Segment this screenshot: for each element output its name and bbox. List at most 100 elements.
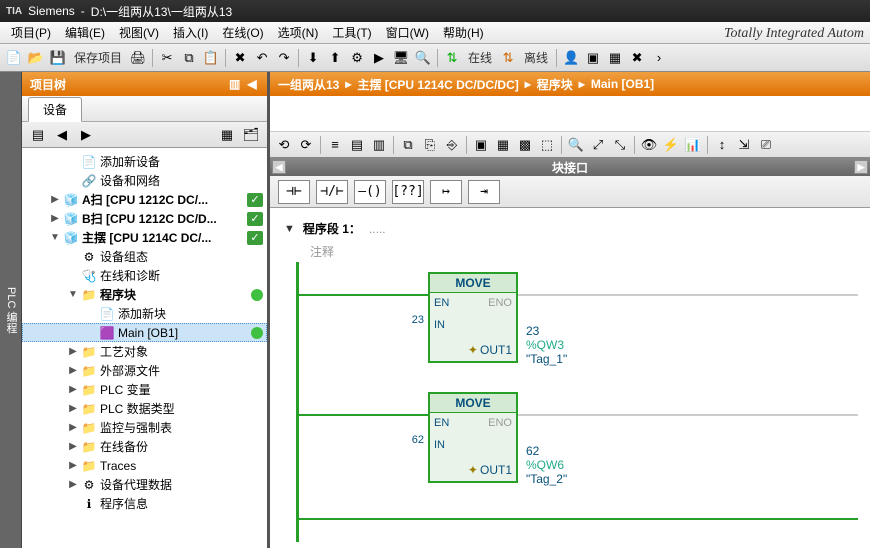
tree-item[interactable]: 🟪Main [OB1] — [22, 323, 267, 342]
tree-twisty-icon[interactable]: ▶ — [68, 479, 78, 490]
et-icon-5[interactable]: ▥ — [369, 135, 389, 155]
hw-icon[interactable]: 🖥 — [391, 48, 411, 68]
open-project-icon[interactable]: 📂 — [26, 48, 46, 68]
menu-online[interactable]: 在线(O) — [215, 24, 270, 41]
iface-scroll-left-icon[interactable]: ◀ — [272, 160, 286, 174]
cut-icon[interactable]: ✂ — [157, 48, 177, 68]
et-icon-14[interactable]: ⤢ — [588, 135, 608, 155]
tree-back-icon[interactable]: ◀ — [52, 125, 72, 145]
et-icon-11[interactable]: ▩ — [515, 135, 535, 155]
panel-collapse-icon[interactable]: ▥ — [228, 77, 242, 91]
et-icon-13[interactable]: 🔍 — [566, 135, 586, 155]
block-interface-header[interactable]: ◀ 块接口 ▶ — [270, 158, 870, 176]
simulate-icon[interactable]: ▶ — [369, 48, 389, 68]
tree-item[interactable]: ▶📁监控与强制表 — [22, 418, 267, 437]
et-icon-4[interactable]: ▤ — [347, 135, 367, 155]
tree-item[interactable]: ▶📁在线备份 — [22, 437, 267, 456]
move-box-1[interactable]: MOVE EN ENO IN ✦OUT1 — [428, 272, 518, 363]
new-project-icon[interactable]: 📄 — [4, 48, 24, 68]
accessible-icon[interactable]: 👤 — [561, 48, 581, 68]
tb-misc1-icon[interactable]: ▣ — [583, 48, 603, 68]
et-icon-18[interactable]: 📊 — [683, 135, 703, 155]
tree-item[interactable]: ▶📁PLC 变量 — [22, 380, 267, 399]
et-icon-12[interactable]: ⬚ — [537, 135, 557, 155]
copy-icon[interactable]: ⧉ — [179, 48, 199, 68]
menu-options[interactable]: 选项(N) — [271, 24, 326, 41]
vertical-tab-plc[interactable]: PLC 编程 — [0, 72, 22, 548]
et-icon-17[interactable]: ⚡ — [661, 135, 681, 155]
network-header[interactable]: ▼ 程序段 1： ..... — [270, 216, 870, 241]
panel-pin-icon[interactable]: ◀ — [245, 77, 259, 91]
tree-item[interactable]: ▶⚙设备代理数据 — [22, 475, 267, 494]
tree-item[interactable]: ℹ程序信息 — [22, 494, 267, 513]
tree-item[interactable]: 📄添加新设备 — [22, 152, 267, 171]
scroll-right-icon[interactable]: › — [649, 48, 669, 68]
tree-tool1-icon[interactable]: ▤ — [28, 125, 48, 145]
tree-item[interactable]: ▼📁程序块 — [22, 285, 267, 304]
tree-item[interactable]: ▶📁PLC 数据类型 — [22, 399, 267, 418]
et-icon-1[interactable]: ⟲ — [274, 135, 294, 155]
menu-tools[interactable]: 工具(T) — [325, 24, 378, 41]
tree-twisty-icon[interactable]: ▶ — [68, 460, 78, 471]
tree-twisty-icon[interactable]: ▶ — [68, 441, 78, 452]
go-online-icon[interactable]: ⇅ — [442, 48, 462, 68]
tree-item[interactable]: ▶📁Traces — [22, 456, 267, 475]
lad-nc-contact[interactable]: ⊣/⊢ — [316, 180, 348, 204]
tree-twisty-icon[interactable]: ▶ — [68, 384, 78, 395]
compile-icon[interactable]: ⚙ — [347, 48, 367, 68]
tree-item[interactable]: ▶🧊A扫 [CPU 1212C DC/...✓ — [22, 190, 267, 209]
tree-item[interactable]: ⚙设备组态 — [22, 247, 267, 266]
crumb-folder[interactable]: 程序块 — [537, 76, 573, 93]
et-icon-3[interactable]: ≡ — [325, 135, 345, 155]
menu-project[interactable]: 项目(P) — [4, 24, 58, 41]
go-offline-icon[interactable]: ⇅ — [498, 48, 518, 68]
in-value-1[interactable]: 23 — [388, 314, 424, 326]
et-icon-8[interactable]: ⎆ — [442, 135, 462, 155]
tree-twisty-icon[interactable]: ▶ — [68, 403, 78, 414]
network-title-suffix[interactable]: ..... — [369, 222, 386, 236]
tree-twisty-icon[interactable]: ▶ — [68, 365, 78, 376]
delete-icon[interactable]: ✖ — [230, 48, 250, 68]
lad-coil[interactable]: –() — [354, 180, 386, 204]
device-tab[interactable]: 设备 — [28, 97, 82, 122]
menu-edit[interactable]: 编辑(E) — [58, 24, 112, 41]
in-value-2[interactable]: 62 — [388, 434, 424, 446]
tree-item[interactable]: 📄添加新块 — [22, 304, 267, 323]
undo-icon[interactable]: ↶ — [252, 48, 272, 68]
out-labels-1[interactable]: 23 %QW3 "Tag_1" — [526, 324, 567, 366]
project-tree[interactable]: 📄添加新设备🔗设备和网络▶🧊A扫 [CPU 1212C DC/...✓▶🧊B扫 … — [22, 148, 267, 548]
et-icon-19[interactable]: ↕ — [712, 135, 732, 155]
tb-misc2-icon[interactable]: ▦ — [605, 48, 625, 68]
tree-item[interactable]: ▶📁工艺对象 — [22, 342, 267, 361]
et-icon-10[interactable]: ▦ — [493, 135, 513, 155]
redo-icon[interactable]: ↷ — [274, 48, 294, 68]
lad-branch-open[interactable]: ↦ — [430, 180, 462, 204]
network-comment[interactable]: 注释 — [270, 241, 870, 262]
et-icon-20[interactable]: ⇲ — [734, 135, 754, 155]
et-icon-21[interactable]: ⎚ — [756, 135, 776, 155]
rung-canvas[interactable]: MOVE EN ENO IN ✦OUT1 23 23 %QW3 "Tag_1" — [280, 262, 870, 542]
tree-twisty-icon[interactable]: ▶ — [68, 422, 78, 433]
lad-empty-box[interactable]: [??] — [392, 180, 424, 204]
et-icon-6[interactable]: ⧉ — [398, 135, 418, 155]
tree-twisty-icon[interactable]: ▼ — [50, 232, 60, 243]
et-icon-7[interactable]: ⎘ — [420, 135, 440, 155]
tree-view1-icon[interactable]: ▦ — [217, 125, 237, 145]
print-icon[interactable]: 🖨 — [128, 48, 148, 68]
tree-item[interactable]: 🩺在线和诊断 — [22, 266, 267, 285]
et-icon-9[interactable]: ▣ — [471, 135, 491, 155]
crumb-device[interactable]: 主摆 [CPU 1214C DC/DC/DC] — [357, 76, 518, 93]
tree-item[interactable]: ▶🧊B扫 [CPU 1212C DC/D...✓ — [22, 209, 267, 228]
tree-twisty-icon[interactable]: ▶ — [68, 346, 78, 357]
tree-view2-icon[interactable]: 🗂 — [241, 125, 261, 145]
et-icon-2[interactable]: ⟳ — [296, 135, 316, 155]
download-icon[interactable]: ⬇ — [303, 48, 323, 68]
paste-icon[interactable]: 📋 — [201, 48, 221, 68]
cross-icon[interactable]: ✖ — [627, 48, 647, 68]
menu-window[interactable]: 窗口(W) — [379, 24, 436, 41]
tree-twisty-icon[interactable]: ▶ — [50, 194, 60, 205]
tree-fwd-icon[interactable]: ▶ — [76, 125, 96, 145]
move-box-2[interactable]: MOVE EN ENO IN ✦OUT1 — [428, 392, 518, 483]
crumb-project[interactable]: 一组两从13 — [278, 76, 339, 93]
network-collapse-icon[interactable]: ▼ — [284, 223, 295, 235]
